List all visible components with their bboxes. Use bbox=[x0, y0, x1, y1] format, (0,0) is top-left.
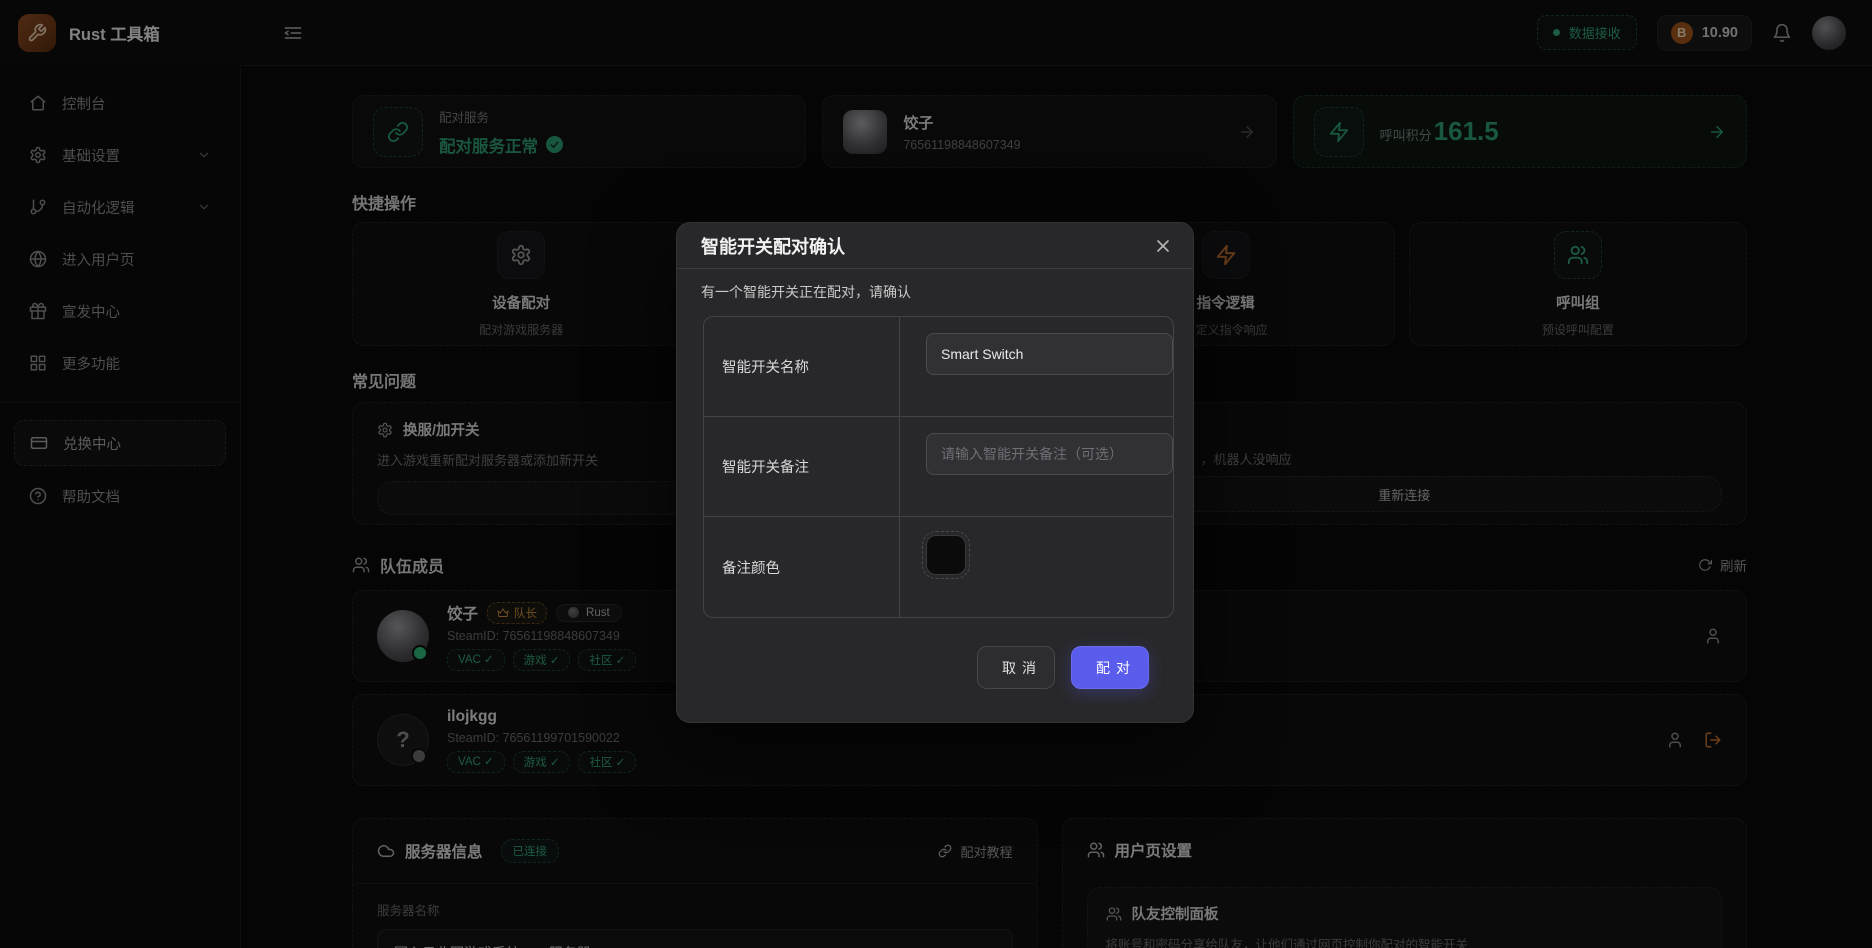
remark-color-label: 备注颜色 bbox=[704, 517, 900, 617]
smart-switch-pairing-modal: 智能开关配对确认 有一个智能开关正在配对，请确认 智能开关名称 智能开关备注 备… bbox=[676, 222, 1194, 723]
cancel-button[interactable]: 取消 bbox=[977, 646, 1055, 689]
modal-subtitle: 有一个智能开关正在配对，请确认 bbox=[677, 269, 1193, 302]
form-row-remark-color: 备注颜色 bbox=[704, 517, 1173, 617]
app-window: Rust 工具箱 数据接收 B 10.90 控制台 bbox=[0, 0, 1872, 948]
switch-remark-input[interactable] bbox=[926, 433, 1173, 475]
modal-header: 智能开关配对确认 bbox=[677, 223, 1193, 269]
switch-name-label: 智能开关名称 bbox=[704, 317, 900, 416]
color-swatch[interactable] bbox=[926, 535, 966, 575]
switch-name-input[interactable] bbox=[926, 333, 1173, 375]
modal-title: 智能开关配对确认 bbox=[701, 233, 845, 259]
close-icon bbox=[1153, 236, 1173, 256]
switch-remark-label: 智能开关备注 bbox=[704, 417, 900, 516]
form-row-switch-name: 智能开关名称 bbox=[704, 317, 1173, 417]
form-row-switch-remark: 智能开关备注 bbox=[704, 417, 1173, 517]
pair-confirm-button[interactable]: 配对 bbox=[1071, 646, 1149, 689]
modal-close-button[interactable] bbox=[1153, 236, 1173, 256]
modal-form-table: 智能开关名称 智能开关备注 备注颜色 bbox=[703, 316, 1174, 618]
cancel-button-label: 取消 bbox=[1002, 658, 1042, 678]
pair-confirm-button-label: 配对 bbox=[1096, 658, 1136, 678]
modal-actions: 取消 配对 bbox=[977, 646, 1149, 689]
